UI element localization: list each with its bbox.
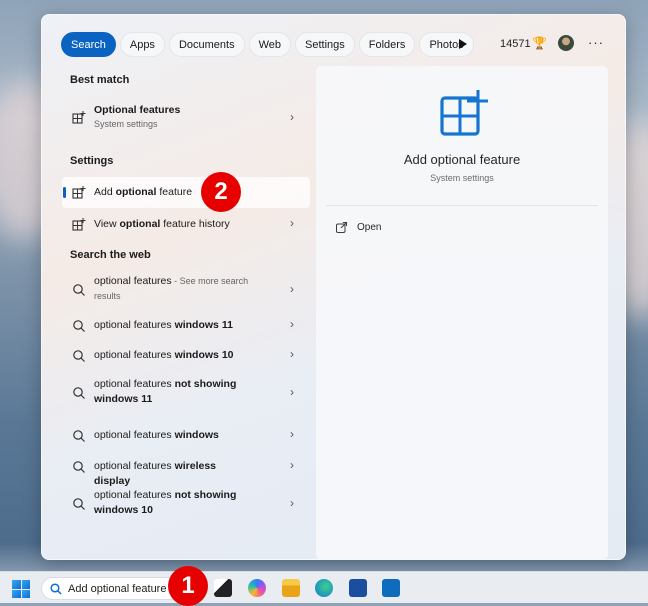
tab-web[interactable]: Web <box>248 32 291 57</box>
tab-apps[interactable]: Apps <box>119 32 165 57</box>
detail-pane: Add optional feature System settings Ope… <box>316 66 608 560</box>
web-heading: Search the web <box>70 249 151 261</box>
best-match-optional-features[interactable]: Optional features System settings › <box>62 99 310 137</box>
taskbar: Add optional feature <box>0 571 648 603</box>
chevron-right-icon: › <box>290 347 294 361</box>
detail-title: Add optional feature <box>403 152 521 167</box>
chevron-right-icon: › <box>290 385 294 399</box>
web-result-item[interactable]: optional features windows 11 › <box>62 313 310 339</box>
step-badge-2: 2 <box>201 172 241 212</box>
selection-indicator <box>63 187 66 198</box>
label-pre: optional features <box>94 378 175 390</box>
edge-icon[interactable] <box>315 579 333 597</box>
search-icon <box>73 387 85 399</box>
tab-search[interactable]: Search <box>61 32 116 57</box>
search-panel: Search Apps Documents Web Settings Folde… <box>41 14 626 560</box>
taskbar-search-box[interactable]: Add optional feature <box>41 577 181 600</box>
web-result-item[interactable]: optional features - See more search resu… <box>62 271 310 309</box>
web-result-item[interactable]: optional features windows › <box>62 423 310 449</box>
file-explorer-icon[interactable] <box>282 579 300 597</box>
chevron-right-icon: › <box>290 317 294 331</box>
web-result-item[interactable]: optional features not showing windows 10… <box>62 485 310 523</box>
more-options-button[interactable]: ··· <box>588 35 604 50</box>
copilot-icon[interactable] <box>248 579 266 597</box>
label-bold: windows 10 <box>174 349 234 361</box>
search-icon <box>73 284 85 296</box>
search-icon <box>73 461 85 473</box>
chevron-right-icon: › <box>290 496 294 510</box>
best-match-heading: Best match <box>70 74 130 86</box>
add-feature-large-icon <box>440 90 488 136</box>
chevron-right-icon: › <box>290 216 294 230</box>
settings-heading: Settings <box>70 155 114 167</box>
chevron-right-icon: › <box>290 427 294 441</box>
avatar[interactable] <box>558 35 574 51</box>
search-icon <box>73 320 85 332</box>
add-feature-icon <box>72 218 86 231</box>
tab-documents[interactable]: Documents <box>168 32 245 57</box>
filter-tabs: Search Apps Documents Web Settings Folde… <box>61 32 474 57</box>
label-pre: View <box>94 218 120 230</box>
settings-item-add-optional-feature[interactable]: Add optional feature <box>62 177 310 208</box>
settings-item-view-history[interactable]: View optional feature history › <box>62 209 310 240</box>
more-tabs-play-icon[interactable] <box>459 39 467 49</box>
rewards-points: 14571 <box>500 38 531 50</box>
task-view-icon[interactable] <box>214 579 232 597</box>
divider <box>326 205 598 206</box>
label-bold: optional <box>115 186 157 198</box>
open-action[interactable]: Open <box>336 222 381 233</box>
label-pre: optional features <box>94 275 172 287</box>
add-feature-icon <box>72 111 86 124</box>
label-bold: optional <box>119 218 161 230</box>
label-pre: optional features <box>94 319 175 331</box>
web-result-item[interactable]: optional features wireless display › <box>62 454 310 487</box>
microsoft-store-icon[interactable] <box>349 579 367 597</box>
search-icon <box>50 582 62 595</box>
search-icon <box>73 350 85 362</box>
label-pre: optional features <box>94 429 175 441</box>
label-pre: optional features <box>94 349 175 361</box>
label-bold: windows <box>174 429 219 441</box>
label-pre: Add <box>94 186 116 198</box>
label-bold: windows 11 <box>174 319 233 331</box>
best-match-subtitle: System settings <box>94 119 158 129</box>
chevron-right-icon: › <box>290 458 294 472</box>
taskbar-search-input[interactable]: Add optional feature <box>68 583 166 595</box>
chevron-right-icon: › <box>290 110 294 124</box>
tab-settings[interactable]: Settings <box>295 32 355 57</box>
web-result-item[interactable]: optional features windows 10 › <box>62 343 310 369</box>
step-badge-1: 1 <box>168 566 208 606</box>
search-icon <box>73 430 85 442</box>
label-pre: optional features <box>94 460 175 472</box>
label-post: feature <box>156 186 193 198</box>
search-icon <box>73 498 85 510</box>
outlook-icon[interactable] <box>382 579 400 597</box>
label-post: feature history <box>160 218 230 230</box>
chevron-right-icon: › <box>290 282 294 296</box>
best-match-title: Optional features <box>94 104 181 116</box>
windows-start-icon[interactable] <box>12 580 30 598</box>
open-label: Open <box>357 222 382 233</box>
web-result-item[interactable]: optional features not showing windows 11… <box>62 374 310 412</box>
detail-subtitle: System settings <box>430 173 494 183</box>
rewards-trophy-icon[interactable]: 🏆 <box>532 36 547 50</box>
label-pre: optional features <box>94 489 175 501</box>
add-feature-icon <box>72 186 86 199</box>
tab-folders[interactable]: Folders <box>358 32 416 57</box>
open-external-icon <box>336 222 347 233</box>
